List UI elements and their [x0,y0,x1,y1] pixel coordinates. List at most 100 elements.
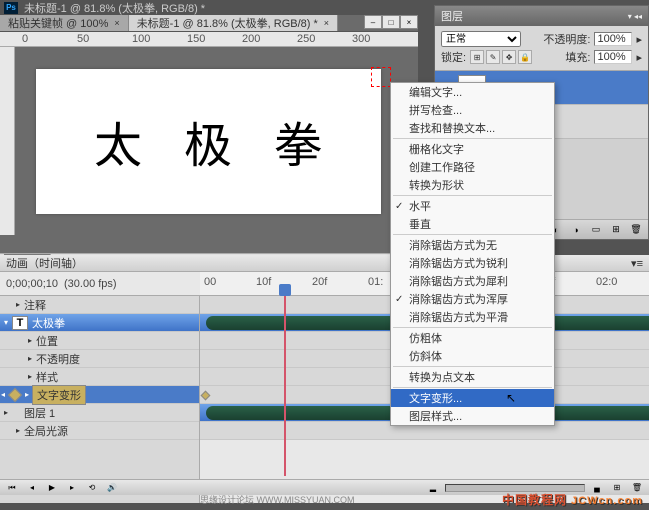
lock-label: 锁定: [441,49,466,65]
playhead[interactable] [279,284,291,296]
menu-edit-text[interactable]: 编辑文字 [391,83,554,101]
lock-buttons: ⊞ ✎ ✥ 🔒 [470,50,532,64]
menu-separator [393,366,552,367]
canvas-viewport[interactable]: 太 极 拳 [15,47,401,235]
chevron-right-icon[interactable]: ▸ [0,408,12,417]
menu-warp-text[interactable]: 文字变形↖ [391,389,554,407]
checkmark-icon: ✓ [395,201,403,212]
selection-marquee [371,67,391,87]
lock-transparent-icon[interactable]: ⊞ [470,50,484,64]
new-layer-icon[interactable]: ⊞ [608,223,624,237]
menu-vertical[interactable]: 垂直 [391,215,554,233]
menu-separator [393,327,552,328]
canvas[interactable]: 太 极 拳 [36,69,381,214]
menu-separator [393,195,552,196]
menu-faux-bold[interactable]: 仿粗体 [391,329,554,347]
close-icon[interactable]: × [324,18,329,28]
menu-spell-check[interactable]: 拼写检查 [391,101,554,119]
ps-icon: Ps [4,2,18,14]
track-opacity[interactable]: ▸不透明度 [0,350,199,368]
window-controls: – □ × [364,15,418,31]
menu-layer-style[interactable]: 图层样式 [391,407,554,425]
track-position[interactable]: ▸位置 [0,332,199,350]
chevron-down-icon[interactable]: ▾ [0,318,12,327]
fps-display: (30.00 fps) [64,278,117,290]
tab-untitled-1[interactable]: 未标题-1 @ 81.8% (太极拳, RGB/8) *× [129,15,338,31]
chevron-right-icon[interactable]: ▸ [24,372,36,381]
rewind-button[interactable]: ⏮ [4,482,20,494]
menu-aa-smooth[interactable]: 消除锯齿方式为平滑 [391,308,554,326]
panel-menu-icon[interactable]: ▾ ◂◂ [628,12,642,21]
next-key-icon[interactable]: ▸ [24,390,30,399]
menu-horizontal[interactable]: ✓水平 [391,197,554,215]
keyframe-icon[interactable] [8,387,22,401]
menu-separator [393,234,552,235]
track-comments[interactable]: ▸注释 [0,296,199,314]
chevron-right-icon[interactable]: ▸ [12,426,24,435]
next-frame-button[interactable]: ▸ [64,482,80,494]
keyframe-icon[interactable] [201,391,211,401]
track-style[interactable]: ▸样式 [0,368,199,386]
chevron-right-icon[interactable]: ▸ [24,336,36,345]
group-icon[interactable]: ▭ [588,223,604,237]
fill-label: 填充: [565,49,590,65]
menu-aa-crisp[interactable]: 消除锯齿方式为犀利 [391,272,554,290]
menu-find-replace[interactable]: 查找和替换文本 [391,119,554,137]
close-button[interactable]: × [400,15,418,29]
prev-key-icon[interactable]: ◂ [0,390,6,399]
menu-rasterize[interactable]: 栅格化文字 [391,140,554,158]
fill-value[interactable]: 100% [594,50,632,64]
play-button[interactable]: ▶ [44,482,60,494]
timeline-time-display: 0;00;00;10 (30.00 fps) [0,272,200,296]
lock-position-icon[interactable]: ✥ [502,50,516,64]
chevron-right-icon[interactable]: ▸ [12,300,24,309]
document-tab-bar: 粘贴关键帧 @ 100%× 未标题-1 @ 81.8% (太极拳, RGB/8)… [0,15,418,32]
lock-all-icon[interactable]: 🔒 [518,50,532,64]
menu-convert-shape[interactable]: 转换为形状 [391,176,554,194]
track-warp-text[interactable]: ◂▸文字变形 [0,386,199,404]
keyframe-nav: ◂▸ [0,390,30,400]
text-char-2: 极 [184,106,232,176]
opacity-value[interactable]: 100% [594,32,632,46]
ruler-vertical[interactable] [0,47,15,235]
menu-aa-strong[interactable]: ✓消除锯齿方式为浑厚 [391,290,554,308]
loop-button[interactable]: ⟲ [84,482,100,494]
ruler-horizontal[interactable]: 0 50 100 150 200 250 300 [0,32,418,47]
maximize-button[interactable]: □ [382,15,400,29]
menu-convert-point[interactable]: 转换为点文本 [391,368,554,386]
track-text-layer[interactable]: ▾T太极拳 [0,314,199,332]
prev-frame-button[interactable]: ◂ [24,482,40,494]
track-global-light[interactable]: ▸全局光源 [0,422,199,440]
timeline-tracks-labels: ▸注释 ▾T太极拳 ▸位置 ▸不透明度 ▸样式 ◂▸文字变形 ▸图层 1 ▸全局… [0,296,200,503]
credit-text: 思缘设计论坛 WWW.MISSYUAN.COM [200,493,355,506]
audio-button[interactable]: 🔊 [104,482,120,494]
text-char-1: 太 [94,106,142,176]
adjustment-icon[interactable]: ◑ [568,223,584,237]
opacity-label: 不透明度: [543,31,590,47]
checkmark-icon: ✓ [395,294,403,305]
text-char-3: 拳 [274,106,322,176]
menu-separator [393,138,552,139]
app-title: 未标题-1 @ 81.8% (太极拳, RGB/8) * [24,0,205,16]
current-time[interactable]: 0;00;00;10 [6,278,58,290]
layers-options: 正常 不透明度: 100%▸ 锁定: ⊞ ✎ ✥ 🔒 填充: 100%▸ [435,26,648,71]
context-menu: 编辑文字 拼写检查 查找和替换文本 栅格化文字 创建工作路径 转换为形状 ✓水平… [390,82,555,426]
lock-pixels-icon[interactable]: ✎ [486,50,500,64]
menu-aa-none[interactable]: 消除锯齿方式为无 [391,236,554,254]
tab-paste-keyframe[interactable]: 粘贴关键帧 @ 100%× [0,15,129,31]
menu-faux-italic[interactable]: 仿斜体 [391,347,554,365]
zoom-out-icon[interactable]: ▂ [425,482,441,494]
cursor-icon: ↖ [506,391,516,405]
track-layer-1[interactable]: ▸图层 1 [0,404,199,422]
delete-icon[interactable]: 🗑 [628,223,644,237]
close-icon[interactable]: × [114,18,119,28]
menu-separator [393,387,552,388]
panel-menu-icon[interactable]: ▾≡ [631,257,643,270]
watermark: 中国教程网 JCWcn.com [502,491,643,508]
menu-create-workpath[interactable]: 创建工作路径 [391,158,554,176]
minimize-button[interactable]: – [364,15,382,29]
menu-aa-sharp[interactable]: 消除锯齿方式为锐利 [391,254,554,272]
layers-panel-tab[interactable]: 图层 ▾ ◂◂ [435,6,648,26]
chevron-right-icon[interactable]: ▸ [24,354,36,363]
blend-mode-select[interactable]: 正常 [441,31,521,47]
